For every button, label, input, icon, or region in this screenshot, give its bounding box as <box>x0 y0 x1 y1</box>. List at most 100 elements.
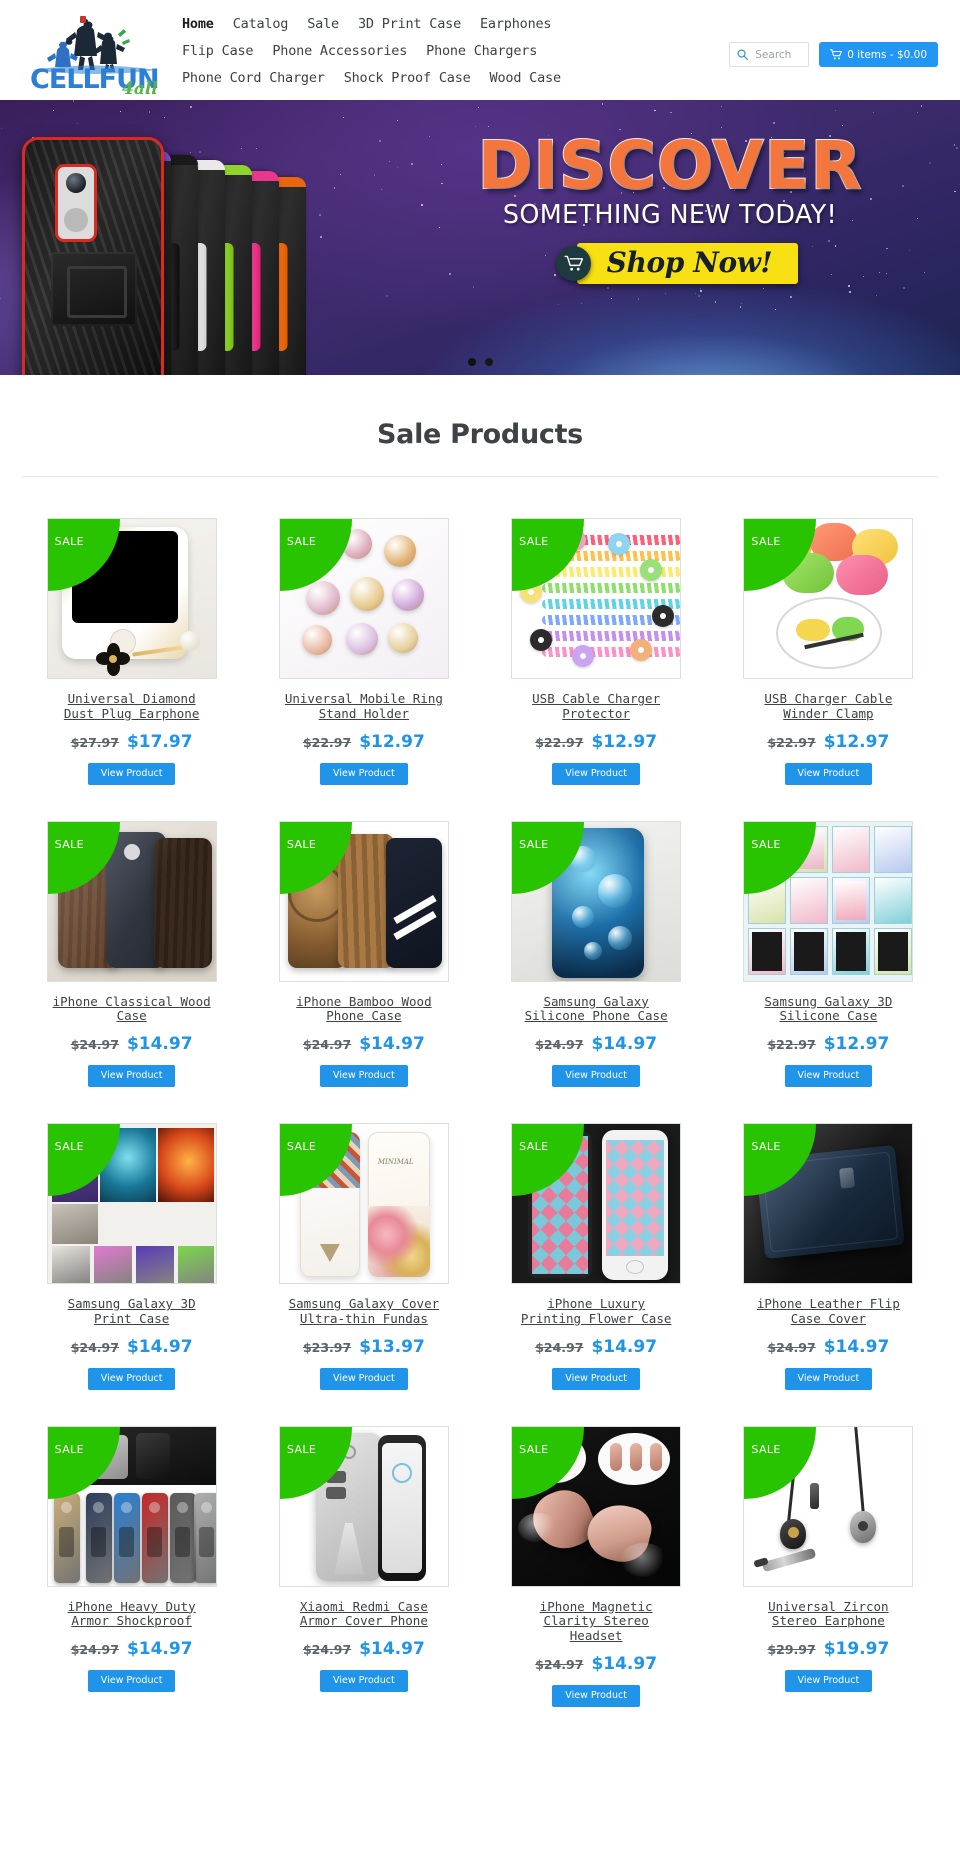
product-title[interactable]: Universal Mobile Ring Stand Holder <box>282 691 446 722</box>
product-image-link[interactable]: SALE <box>278 518 449 679</box>
nav-item-earphones[interactable]: Earphones <box>480 16 552 32</box>
nav-item-3d-print-case[interactable]: 3D Print Case <box>358 16 461 32</box>
product-price-row: $22.97 $12.97 <box>535 732 657 752</box>
view-product-button[interactable]: View Product <box>87 1367 176 1390</box>
product-image-link[interactable]: SALE <box>511 820 682 982</box>
product-price-original: $29.97 <box>767 1642 816 1657</box>
carousel-dot-1[interactable] <box>467 358 476 366</box>
product-title[interactable]: iPhone Leather Flip Case Cover <box>746 1296 910 1327</box>
product-image-link[interactable]: SALE <box>278 820 449 982</box>
product-price-original: $22.97 <box>535 734 584 750</box>
view-product-button[interactable]: View Product <box>784 1367 873 1390</box>
product-price-row: $24.97 $14.97 <box>303 1034 425 1054</box>
product-image-link[interactable]: SALE <box>511 1425 682 1587</box>
site-logo[interactable]: CELLFUN 4all <box>22 8 172 94</box>
product-price-original: $27.97 <box>70 734 119 750</box>
nav-item-wood-case[interactable]: Wood Case <box>490 70 562 86</box>
nav-item-catalog[interactable]: Catalog <box>233 16 289 32</box>
product-title[interactable]: Samsung Galaxy 3D Silicone Case <box>746 994 910 1025</box>
view-product-button[interactable]: View Product <box>320 1065 408 1087</box>
product-image-link[interactable]: SALE <box>46 820 217 982</box>
view-product-button[interactable]: View Product <box>784 1065 873 1087</box>
product-price-sale: $14.97 <box>591 1034 658 1054</box>
product-image-link[interactable]: MINIMAL SALE <box>278 1123 449 1284</box>
product-card: SALE iPhone Magnetic Clarity Stereo Head… <box>487 1416 706 1733</box>
nav-item-phone-chargers[interactable]: Phone Chargers <box>426 43 537 59</box>
shop-now-button[interactable]: Shop Now! <box>576 243 799 285</box>
svg-text:4all: 4all <box>122 79 158 94</box>
product-card: SALE iPhone Leather Flip Case Cover $24.… <box>719 1113 938 1416</box>
product-title[interactable]: USB Cable Charger Protector <box>514 691 678 722</box>
product-title[interactable]: Samsung Galaxy Cover Ultra-thin Fundas <box>282 1296 446 1327</box>
view-product-button[interactable]: View Product <box>87 762 176 785</box>
product-card: SALE Universal Diamond Dust Plug Earphon… <box>22 508 241 811</box>
hero-headline: DISCOVER <box>477 127 863 204</box>
product-image-link[interactable]: SALE <box>743 820 914 982</box>
product-image-link[interactable]: SALE <box>511 518 682 679</box>
product-title[interactable]: USB Charger Cable Winder Clamp <box>746 691 910 722</box>
view-product-button[interactable]: View Product <box>784 762 873 785</box>
hero-carousel: DISCOVER SOMETHING NEW TODAY! Shop Now! <box>0 100 960 375</box>
view-product-button[interactable]: View Product <box>320 1670 408 1692</box>
product-title[interactable]: Universal Diamond Dust Plug Earphone <box>50 691 214 722</box>
search-box[interactable] <box>729 42 810 67</box>
product-price-original: $24.97 <box>535 1037 584 1052</box>
product-card: SALE Samsung Galaxy 3D Silicone Case $22… <box>719 811 938 1114</box>
product-image-link[interactable]: SALE <box>511 1123 682 1284</box>
carousel-dot-2[interactable] <box>484 358 493 366</box>
sale-badge-label: SALE <box>519 837 549 851</box>
page-title: Sale Products <box>377 419 583 450</box>
view-product-button[interactable]: View Product <box>87 1670 176 1692</box>
product-image-link[interactable]: SALE <box>743 518 914 679</box>
product-image-link[interactable]: SALE <box>46 1425 217 1587</box>
view-product-button[interactable]: View Product <box>320 1367 408 1390</box>
nav-item-home[interactable]: Home <box>182 16 214 32</box>
sale-badge-label: SALE <box>751 1442 781 1456</box>
product-image-link[interactable]: SALE <box>743 1123 914 1284</box>
view-product-button[interactable]: View Product <box>552 762 640 785</box>
product-image-link[interactable]: SALE <box>46 1123 217 1284</box>
nav-item-phone-accessories[interactable]: Phone Accessories <box>272 43 407 59</box>
product-price-original: $24.97 <box>767 1339 816 1355</box>
product-title[interactable]: iPhone Luxury Printing Flower Case <box>514 1296 678 1327</box>
sale-badge-label: SALE <box>286 535 317 548</box>
product-image-link[interactable]: SALE <box>46 518 217 679</box>
product-price-sale: $19.97 <box>823 1639 890 1659</box>
product-title[interactable]: iPhone Classical Wood Case <box>50 994 214 1025</box>
product-card: SALE iPhone Luxury Printing Flower Case … <box>487 1113 706 1416</box>
view-product-button[interactable]: View Product <box>784 1670 873 1692</box>
product-price-original: $24.97 <box>70 1642 119 1657</box>
sale-badge-label: SALE <box>286 1140 317 1153</box>
search-input[interactable] <box>755 48 802 61</box>
nav-item-sale[interactable]: Sale <box>307 16 339 32</box>
product-card: SALE Samsung Galaxy Silicone Phone Case … <box>487 811 706 1114</box>
product-price-sale: $14.97 <box>591 1653 658 1674</box>
product-title[interactable]: Xiaomi Redmi Case Armor Cover Phone <box>282 1599 446 1630</box>
product-price-row: $24.97 $14.97 <box>71 1639 193 1659</box>
product-price-row: $24.97 $14.97 <box>767 1337 889 1357</box>
view-product-button[interactable]: View Product <box>552 1367 640 1390</box>
nav-item-shock-proof-case[interactable]: Shock Proof Case <box>344 70 471 86</box>
view-product-button[interactable]: View Product <box>87 1065 176 1087</box>
cart-button[interactable]: 0 items - $0.00 <box>819 42 938 67</box>
nav-row-1: Home Catalog Sale 3D Print Case Earphone… <box>182 16 938 32</box>
header-actions: 0 items - $0.00 <box>729 42 938 67</box>
product-image-link[interactable]: SALE <box>743 1425 914 1587</box>
view-product-button[interactable]: View Product <box>552 1065 640 1087</box>
nav-item-flip-case[interactable]: Flip Case <box>182 43 254 59</box>
product-title[interactable]: iPhone Magnetic Clarity Stereo Headset <box>514 1599 678 1644</box>
product-title[interactable]: Samsung Galaxy 3D Print Case <box>50 1296 214 1327</box>
view-product-button[interactable]: View Product <box>552 1684 640 1707</box>
product-price-sale: $13.97 <box>359 1336 425 1357</box>
product-price-sale: $12.97 <box>359 731 425 752</box>
product-title[interactable]: iPhone Heavy Duty Armor Shockproof <box>50 1599 214 1630</box>
product-price-original: $24.97 <box>302 1642 352 1657</box>
product-title[interactable]: iPhone Bamboo Wood Phone Case <box>282 994 446 1025</box>
product-title[interactable]: Universal Zircon Stereo Earphone <box>746 1599 910 1630</box>
product-image-link[interactable]: SALE <box>278 1425 449 1587</box>
product-card: SALE Samsung Galaxy 3D Print Case $24.97… <box>22 1113 241 1416</box>
view-product-button[interactable]: View Product <box>320 762 408 785</box>
product-card: SALE Universal Zircon Stereo Earphone $2… <box>719 1416 938 1733</box>
product-title[interactable]: Samsung Galaxy Silicone Phone Case <box>514 994 678 1025</box>
nav-item-phone-cord-charger[interactable]: Phone Cord Charger <box>182 70 325 86</box>
